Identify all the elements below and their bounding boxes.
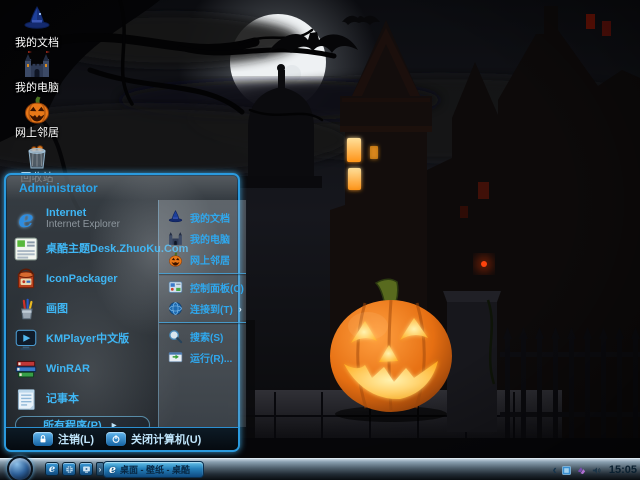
menu-item-my-computer[interactable]: 我的电脑 xyxy=(159,228,246,249)
menu-item-notepad[interactable]: 记事本 xyxy=(13,384,156,414)
wizard-hat-icon xyxy=(21,4,53,36)
internet-explorer-icon: e xyxy=(109,463,116,476)
screen-glyph xyxy=(82,465,91,474)
castle-icon xyxy=(167,230,184,247)
run-icon xyxy=(167,349,184,366)
internet-explorer-icon: e xyxy=(13,206,39,232)
menu-item-label: 连接到(T) xyxy=(190,301,233,316)
menu-item-label: 画图 xyxy=(46,303,68,315)
taskbar-window-button[interactable]: e 桌面 - 壁纸 - 桌酷 xyxy=(103,461,204,478)
separator xyxy=(159,322,246,323)
start-button[interactable] xyxy=(7,456,33,480)
menu-item-paint[interactable]: 画图 xyxy=(13,294,156,324)
menu-item-label: 控制面板(C) xyxy=(190,280,244,295)
desktop-icon-my-computer[interactable]: 我的电脑 xyxy=(4,49,70,94)
menu-item-label: 记事本 xyxy=(46,393,79,405)
globe-glyph xyxy=(65,465,74,474)
desktop-icon-label: 我的电脑 xyxy=(4,82,70,94)
menu-item-internet[interactable]: e Internet Internet Explorer xyxy=(13,204,156,234)
log-off-label: 注销(L) xyxy=(58,431,94,447)
tray-collapse-icon[interactable]: ‹ xyxy=(553,460,557,480)
start-menu: Administrator e Internet Internet Explor… xyxy=(4,173,240,452)
menu-item-label: 桌酷主题Desk.ZhuoKu.Com xyxy=(46,243,156,255)
power-icon xyxy=(106,432,126,446)
menu-item-search[interactable]: 搜索(S) xyxy=(159,326,246,347)
start-menu-body: e Internet Internet Explorer 桌酷主题Desk. xyxy=(6,200,238,427)
kmplayer-icon xyxy=(13,326,39,352)
control-panel-icon xyxy=(167,279,184,296)
menu-item-iconpackager[interactable]: IconPackager xyxy=(13,264,156,294)
castle-icon xyxy=(21,49,53,81)
menu-item-label: 我的电脑 xyxy=(190,231,230,246)
window-title: 桌面 - 壁纸 - 桌酷 xyxy=(120,463,190,476)
menu-item-control-panel[interactable]: 控制面板(C) xyxy=(159,277,246,298)
recycle-bin-icon xyxy=(21,139,53,171)
menu-item-label: 运行(R)... xyxy=(190,350,232,365)
notepad-icon xyxy=(13,386,39,412)
show-desktop-icon[interactable] xyxy=(62,462,76,476)
menu-item-zhuoku[interactable]: 桌酷主题Desk.ZhuoKu.Com xyxy=(13,234,156,264)
menu-item-label: 搜索(S) xyxy=(190,329,223,344)
submenu-arrow-icon: › xyxy=(239,304,242,314)
desktop-icon-label: 我的文档 xyxy=(4,37,70,49)
pumpkin-icon xyxy=(21,94,53,126)
menu-item-label: 我的文档 xyxy=(190,210,230,225)
internet-explorer-quicklaunch-icon[interactable]: e xyxy=(45,462,59,476)
menu-item-label: KMPlayer中文版 xyxy=(46,333,129,345)
tray-graphics-icon[interactable] xyxy=(576,465,587,476)
clock[interactable]: 15:05 xyxy=(609,464,637,476)
start-menu-places-list: 我的文档 我的电脑 xyxy=(158,200,246,427)
wizard-hat-icon xyxy=(167,209,184,226)
menu-item-label: Internet xyxy=(46,207,120,219)
media-player-icon[interactable] xyxy=(79,462,93,476)
menu-item-network-places[interactable]: 网上邻居 xyxy=(159,249,246,270)
winrar-icon xyxy=(13,356,39,382)
iconpackager-icon xyxy=(13,266,39,292)
separator xyxy=(159,273,246,274)
start-menu-header: Administrator xyxy=(6,175,238,200)
menu-item-label: 网上邻居 xyxy=(190,252,230,267)
desktop-icon-label: 网上邻居 xyxy=(4,127,70,139)
menu-item-kmplayer[interactable]: KMPlayer中文版 xyxy=(13,324,156,354)
menu-item-my-documents[interactable]: 我的文档 xyxy=(159,207,246,228)
start-menu-footer: 注销(L) 关闭计算机(U) xyxy=(6,427,238,450)
desktop-icon-network-places[interactable]: 网上邻居 xyxy=(4,94,70,139)
desktop-icon-my-documents[interactable]: 我的文档 xyxy=(4,4,70,49)
menu-item-connect-to[interactable]: 连接到(T) › xyxy=(159,298,246,319)
shut-down-label: 关闭计算机(U) xyxy=(131,431,201,447)
quick-launch-bar: e › xyxy=(45,462,104,476)
menu-item-label: WinRAR xyxy=(46,363,90,375)
desktop: 我的文档 我的电脑 网上邻居 xyxy=(0,0,640,480)
lock-icon xyxy=(33,432,53,446)
ie-glyph: e xyxy=(49,464,55,475)
start-menu-pinned-list: e Internet Internet Explorer 桌酷主题Desk. xyxy=(6,200,158,427)
log-off-button[interactable]: 注销(L) xyxy=(33,431,94,447)
tray-theme-program-icon[interactable] xyxy=(561,465,572,476)
search-icon xyxy=(167,328,184,345)
menu-item-sublabel: Internet Explorer xyxy=(46,219,120,231)
user-name: Administrator xyxy=(19,181,98,195)
system-tray: ‹ 15:05 xyxy=(553,459,637,480)
taskbar: e › e 桌面 - 壁纸 - 桌酷 ‹ 15:05 xyxy=(0,458,640,480)
connect-globe-icon xyxy=(167,300,184,317)
volume-icon[interactable] xyxy=(591,465,602,476)
menu-item-label: IconPackager xyxy=(46,273,118,285)
zhuoku-webpage-icon xyxy=(13,236,39,262)
paint-icon xyxy=(13,296,39,322)
pumpkin-icon xyxy=(167,251,184,268)
shut-down-button[interactable]: 关闭计算机(U) xyxy=(106,431,201,447)
menu-item-winrar[interactable]: WinRAR xyxy=(13,354,156,384)
menu-item-run[interactable]: 运行(R)... xyxy=(159,347,246,368)
